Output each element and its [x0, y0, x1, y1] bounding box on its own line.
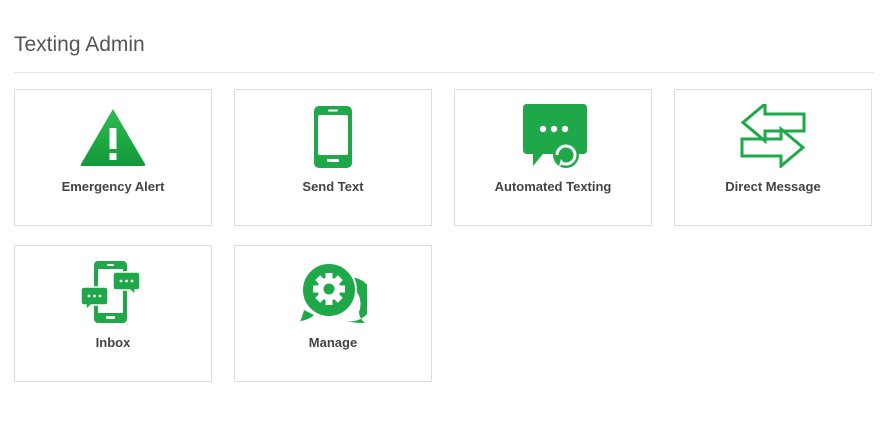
- gear-chat-icon: [299, 260, 367, 324]
- tile-manage[interactable]: Manage: [234, 245, 432, 382]
- tile-label: Automated Texting: [494, 179, 612, 194]
- tile-label: Emergency Alert: [61, 179, 165, 194]
- tile-label: Inbox: [95, 335, 131, 350]
- tile-direct-message[interactable]: Direct Message: [674, 89, 872, 226]
- warning-triangle-icon: [79, 104, 147, 168]
- chat-bubble-refresh-icon: [519, 104, 587, 168]
- tile-label: Manage: [308, 335, 358, 350]
- phone-chat-bubbles-icon: [79, 260, 147, 324]
- tile-inbox[interactable]: Inbox: [14, 245, 212, 382]
- page-title: Texting Admin: [14, 33, 145, 56]
- swap-arrows-icon: [739, 104, 807, 168]
- mobile-phone-icon: [299, 104, 367, 168]
- tile-emergency-alert[interactable]: Emergency Alert: [14, 89, 212, 226]
- tile-label: Send Text: [302, 179, 364, 194]
- tile-label: Direct Message: [725, 179, 821, 194]
- tile-automated-texting[interactable]: Automated Texting: [454, 89, 652, 226]
- title-divider: [14, 72, 874, 73]
- tile-send-text[interactable]: Send Text: [234, 89, 432, 226]
